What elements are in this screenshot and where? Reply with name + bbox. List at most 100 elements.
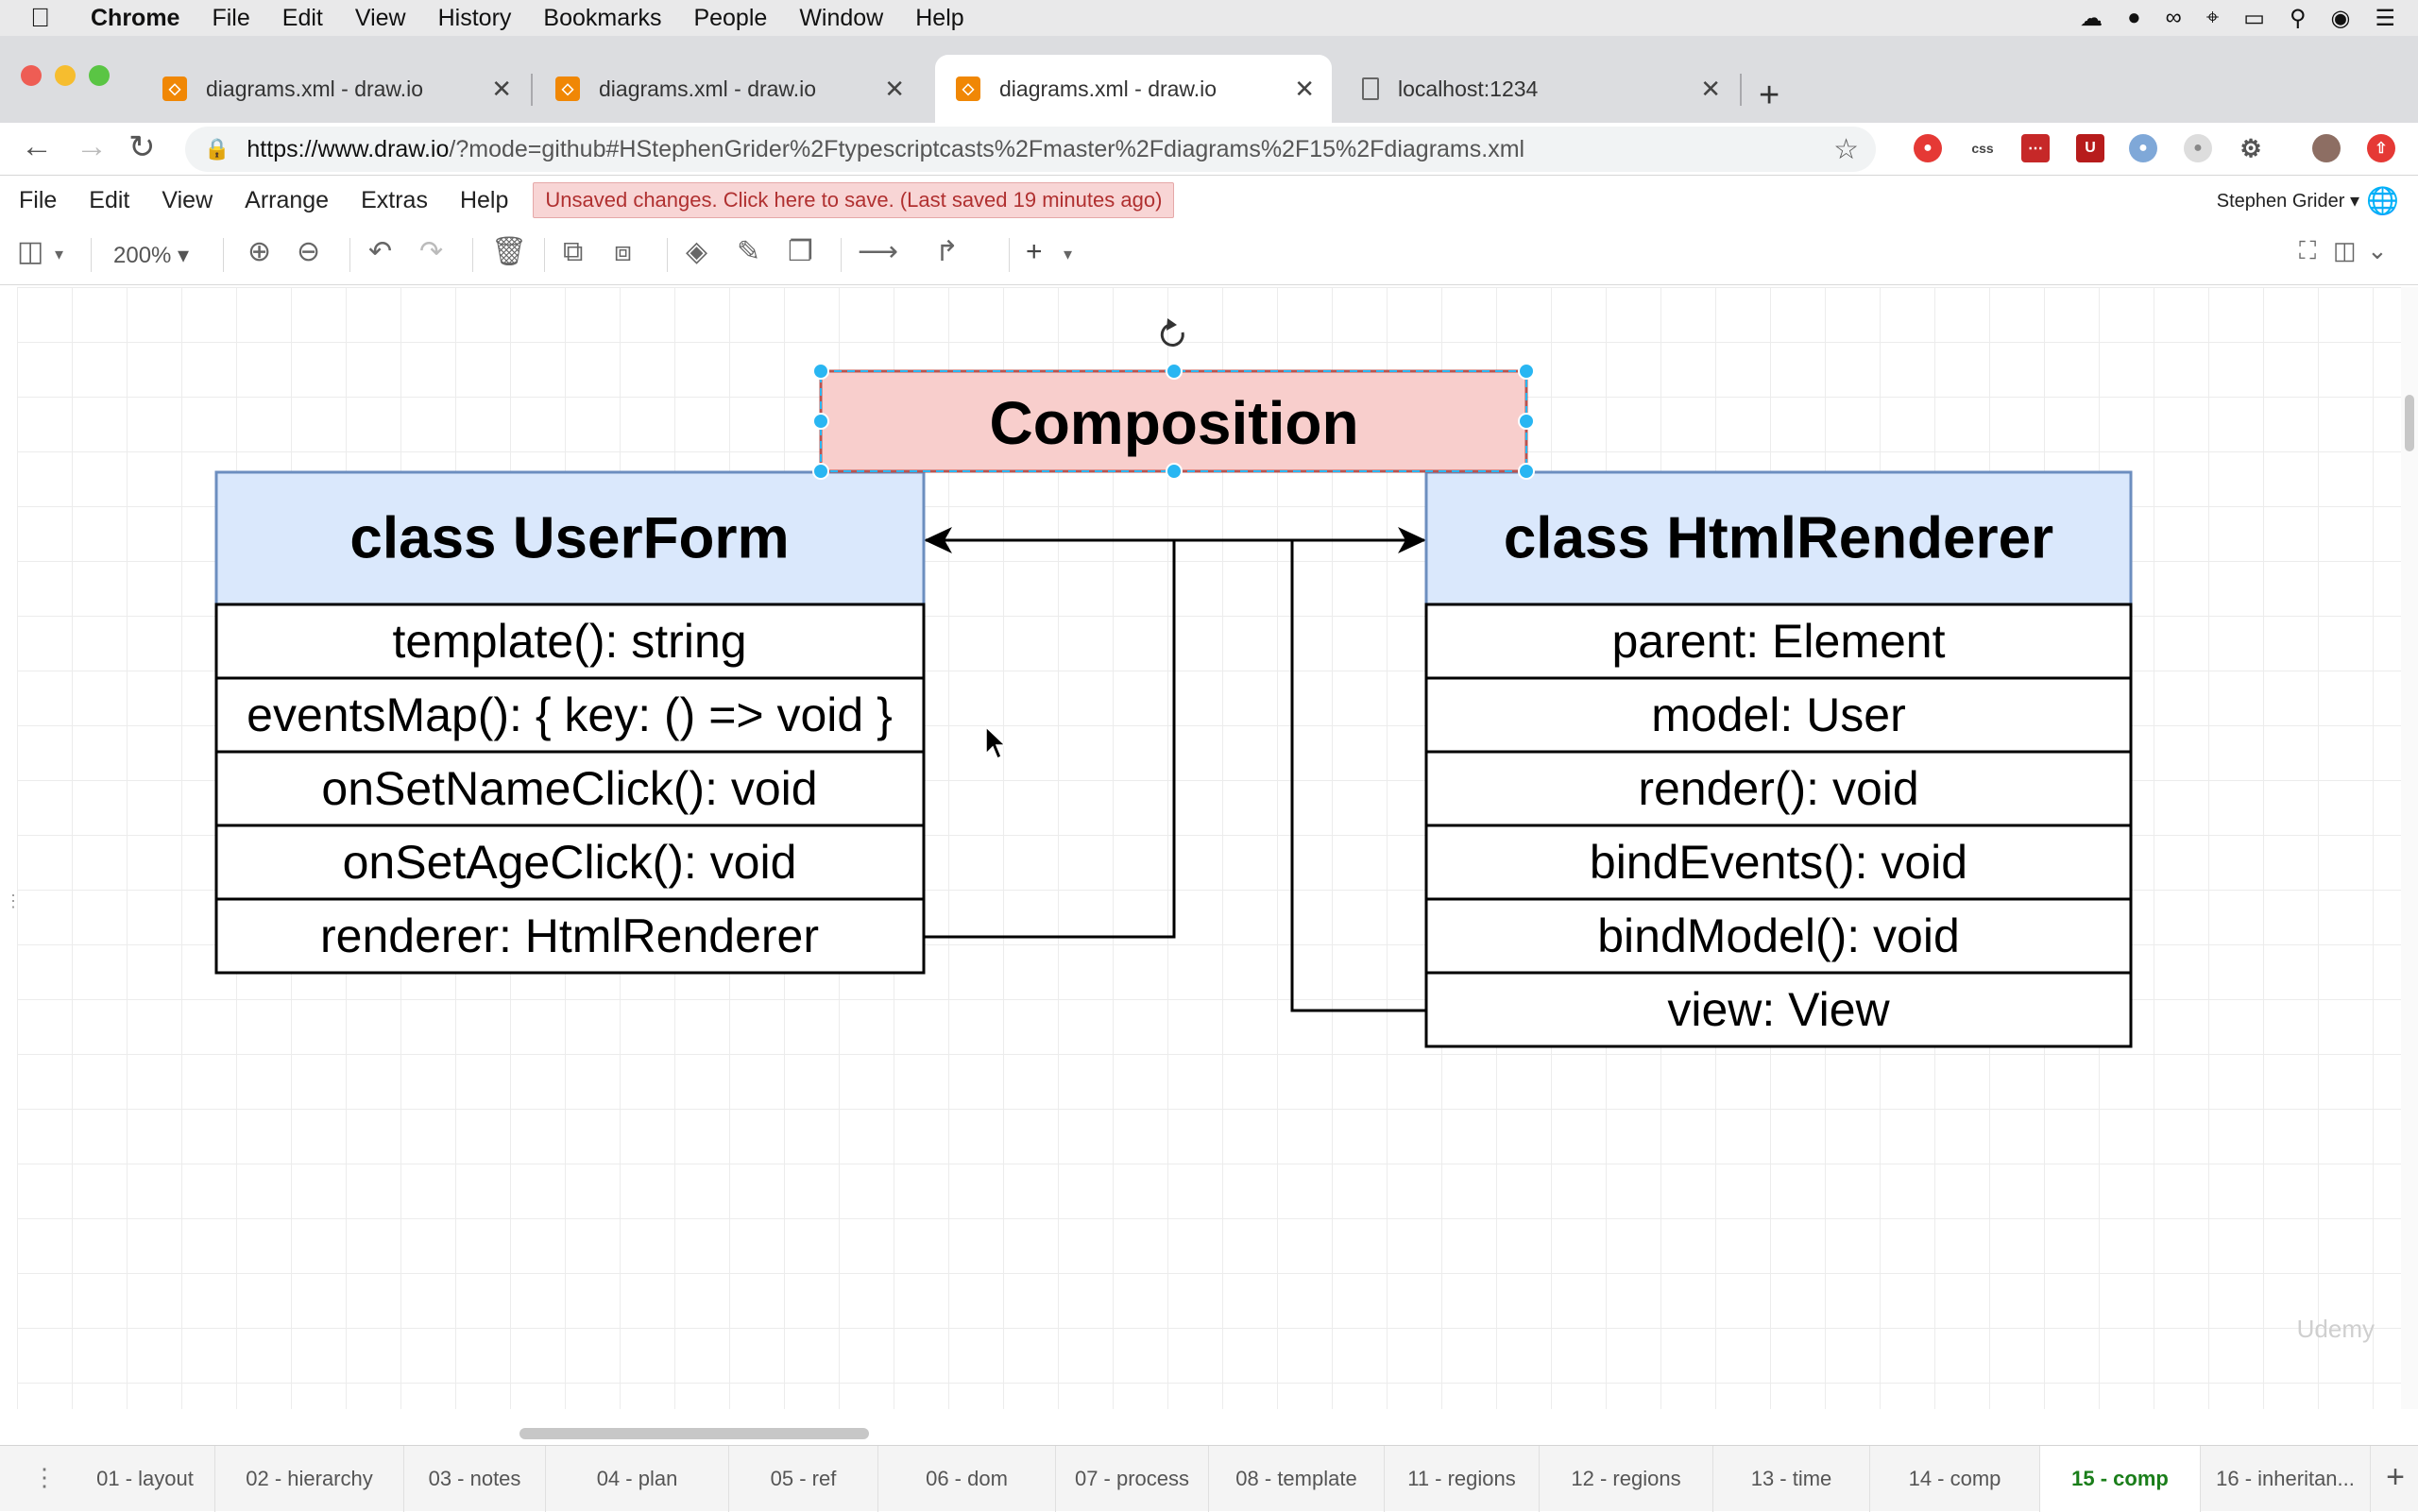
reload-icon[interactable]: ↻ — [128, 128, 156, 166]
collapse-chevrons-icon[interactable]: ⌄ — [2367, 238, 2388, 263]
resize-handle[interactable] — [1518, 363, 1535, 380]
bookmark-star-icon[interactable]: ☆ — [1833, 133, 1859, 166]
spotlight-icon[interactable]: ⚲ — [2290, 5, 2307, 32]
resize-handle[interactable] — [812, 463, 829, 480]
sidebar-collapse-handle-icon[interactable]: ⋮ — [5, 892, 22, 911]
resize-handle[interactable] — [812, 413, 829, 430]
unsaved-changes-banner[interactable]: Unsaved changes. Click here to save. (La… — [533, 182, 1175, 218]
extension-css-icon[interactable]: css — [1968, 134, 1997, 162]
insert-plus-icon[interactable]: + — [1026, 238, 1043, 266]
connection-arrow-icon[interactable]: ⟶ — [858, 238, 898, 266]
zoom-in-icon[interactable]: ⊕ — [247, 238, 271, 266]
mac-menu-window[interactable]: Window — [799, 5, 883, 32]
drawio-menu-edit[interactable]: Edit — [89, 187, 129, 214]
siri-icon[interactable]: ◉ — [2331, 5, 2351, 32]
waypoints-icon[interactable]: ↱ — [935, 238, 959, 266]
fullscreen-icon[interactable]: ⛶ — [2299, 238, 2316, 263]
lock-icon[interactable]: 🔒 — [204, 137, 230, 161]
class-htmlrenderer[interactable]: class HtmlRenderer parent: Element model… — [1424, 470, 2133, 1048]
mac-menu-app[interactable]: Chrome — [91, 5, 179, 32]
battery-icon[interactable]: ▭ — [2243, 5, 2265, 32]
page-tab-13-time[interactable]: 13 - time — [1713, 1446, 1870, 1512]
connector-renderer-to-composition[interactable] — [924, 540, 1176, 939]
vertical-scrollbar[interactable] — [2401, 287, 2418, 1409]
line-color-icon[interactable]: ✎ — [737, 238, 760, 266]
app-status-icon[interactable]: ● — [2127, 5, 2141, 31]
minimize-window-icon[interactable] — [55, 65, 76, 86]
page-tab-07-process[interactable]: 07 - process — [1056, 1446, 1209, 1512]
extension-grey-icon[interactable]: ● — [2184, 134, 2212, 162]
drawio-menu-file[interactable]: File — [19, 187, 57, 214]
page-tab-03-notes[interactable]: 03 - notes — [404, 1446, 546, 1512]
page-tab-11-regions[interactable]: 11 - regions — [1385, 1446, 1540, 1512]
page-tab-14-comp[interactable]: 14 - comp — [1870, 1446, 2040, 1512]
language-globe-icon[interactable]: 🌐 — [2366, 185, 2399, 216]
page-tab-02-hierarchy[interactable]: 02 - hierarchy — [215, 1446, 404, 1512]
format-panel-icon[interactable]: ◫ — [17, 238, 43, 266]
page-tab-16-inheritance[interactable]: 16 - inheritan... — [2201, 1446, 2371, 1512]
shadow-icon[interactable]: ❐ — [788, 238, 813, 266]
drawio-menu-view[interactable]: View — [162, 187, 213, 214]
browser-tab-3-active[interactable]: ◇ diagrams.xml - draw.io ✕ — [935, 55, 1332, 123]
close-tab-icon[interactable]: ✕ — [1294, 75, 1315, 104]
resize-handle[interactable] — [1166, 363, 1183, 380]
back-icon[interactable]: ← — [21, 128, 53, 165]
resize-handle[interactable] — [812, 363, 829, 380]
browser-tab-1[interactable]: ◇ diagrams.xml - draw.io ✕ — [142, 55, 529, 123]
rotate-handle-icon[interactable] — [1160, 318, 1184, 347]
page-tab-08-template[interactable]: 08 - template — [1209, 1446, 1385, 1512]
vertical-scroll-thumb[interactable] — [2405, 395, 2414, 451]
settings-gear-icon[interactable]: ⚙ — [2237, 134, 2265, 162]
update-menu-icon[interactable]: ⇧ — [2367, 134, 2395, 162]
mac-menu-view[interactable]: View — [355, 5, 406, 32]
close-tab-icon[interactable]: ✕ — [491, 75, 512, 104]
browser-tab-2[interactable]: ◇ diagrams.xml - draw.io ✕ — [535, 55, 922, 123]
page-tab-01-layout[interactable]: 01 - layout — [76, 1446, 215, 1512]
browser-tab-4[interactable]: localhost:1234 ✕ — [1341, 55, 1738, 123]
mac-menu-file[interactable]: File — [212, 5, 249, 32]
glasses-icon[interactable]: ∞ — [2166, 5, 2182, 31]
cloud-icon[interactable]: ☁ — [2080, 5, 2103, 32]
mac-menu-history[interactable]: History — [438, 5, 512, 32]
resize-handle[interactable] — [1518, 463, 1535, 480]
pages-menu-icon[interactable]: ⋮ — [32, 1463, 57, 1492]
mac-menu-people[interactable]: People — [693, 5, 767, 32]
undo-icon[interactable]: ↶ — [368, 238, 392, 266]
horizontal-scroll-thumb[interactable] — [519, 1428, 869, 1439]
zoom-out-icon[interactable]: ⊖ — [297, 238, 320, 266]
page-tab-05-ref[interactable]: 05 - ref — [729, 1446, 878, 1512]
fill-color-icon[interactable]: ◈ — [686, 238, 707, 266]
page-tab-12-regions[interactable]: 12 - regions — [1540, 1446, 1713, 1512]
format-panel-toggle-icon[interactable]: ◫ — [2333, 238, 2357, 263]
maximize-window-icon[interactable] — [89, 65, 110, 86]
close-tab-icon[interactable]: ✕ — [884, 75, 905, 104]
mac-menu-bookmarks[interactable]: Bookmarks — [543, 5, 661, 32]
extension-blue-icon[interactable]: ● — [2129, 134, 2157, 162]
address-bar[interactable]: 🔒 https://www.draw.io/?mode=github#HStep… — [185, 127, 1876, 172]
wifi-icon[interactable]: ⌖ — [2206, 5, 2220, 31]
account-name[interactable]: Stephen Grider ▾ — [2217, 189, 2359, 212]
apple-icon[interactable]:  — [30, 3, 68, 33]
forward-icon[interactable]: → — [76, 128, 108, 165]
mac-menu-edit[interactable]: Edit — [282, 5, 323, 32]
extension-adblock-icon[interactable]: ● — [1914, 134, 1942, 162]
extension-dots-icon[interactable]: ⋯ — [2021, 134, 2050, 162]
connector-view-to-composition[interactable] — [1290, 540, 1426, 1012]
to-back-icon[interactable]: ⧈ — [614, 238, 632, 266]
chevron-down-icon[interactable]: ▾ — [55, 246, 63, 263]
chevron-down-icon[interactable]: ▾ — [1064, 246, 1072, 263]
extension-ublock-icon[interactable]: U — [2076, 134, 2104, 162]
mac-menu-help[interactable]: Help — [915, 5, 963, 32]
page-tab-04-plan[interactable]: 04 - plan — [546, 1446, 729, 1512]
profile-avatar[interactable] — [2312, 134, 2341, 162]
redo-icon[interactable]: ↷ — [419, 238, 443, 266]
drawio-menu-arrange[interactable]: Arrange — [245, 187, 329, 214]
page-tab-06-dom[interactable]: 06 - dom — [878, 1446, 1056, 1512]
add-page-icon[interactable]: + — [2386, 1459, 2405, 1496]
notification-center-icon[interactable]: ☰ — [2375, 5, 2395, 32]
close-window-icon[interactable] — [21, 65, 42, 86]
diagram-canvas[interactable]: class UserForm template(): string events… — [17, 287, 2401, 1409]
resize-handle[interactable] — [1518, 413, 1535, 430]
resize-handle[interactable] — [1166, 463, 1183, 480]
zoom-level-dropdown[interactable]: 200% ▾ — [113, 242, 189, 269]
